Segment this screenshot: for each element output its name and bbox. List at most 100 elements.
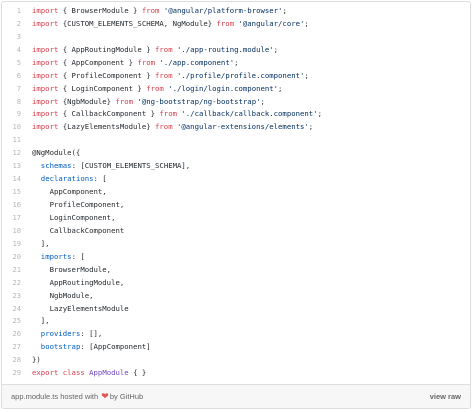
- code-token: ;: [304, 70, 309, 80]
- code-token: {LazyElementsModule}: [58, 122, 156, 132]
- line-number[interactable]: 5: [2, 58, 32, 67]
- code-line: 1 import { BrowserModule } from '@angular…: [2, 4, 470, 17]
- line-number[interactable]: 14: [2, 174, 32, 183]
- code-token: {CUSTOM_ELEMENTS_SCHEMA, NgModule}: [58, 18, 217, 28]
- line-number[interactable]: 1: [2, 6, 32, 15]
- code-line: 15 AppComponent,: [2, 185, 470, 198]
- code-text: ],: [32, 316, 50, 325]
- code-token: { CallbackComponent }: [58, 109, 160, 119]
- code-token: : [],: [80, 329, 103, 339]
- code-token: ;: [273, 44, 279, 54]
- code-text: AppRoutingModule,: [32, 278, 125, 287]
- code-token: '@angular-extensions/elements': [177, 122, 309, 132]
- line-number[interactable]: 11: [2, 135, 32, 144]
- code-token: '@ng-bootstrap/ng-bootstrap': [137, 96, 261, 106]
- line-number[interactable]: 3: [2, 32, 32, 41]
- line-number[interactable]: 19: [2, 239, 32, 248]
- line-number[interactable]: 16: [2, 200, 32, 209]
- code-token: ;: [317, 109, 322, 119]
- line-number[interactable]: 25: [2, 316, 32, 325]
- code-text: import { CallbackComponent } from './cal…: [32, 109, 322, 118]
- line-number[interactable]: 18: [2, 226, 32, 235]
- code-line: 14 declarations: [: [2, 172, 470, 185]
- line-number[interactable]: 22: [2, 278, 32, 287]
- line-number[interactable]: 10: [2, 122, 32, 131]
- code-text: LoginComponent,: [32, 213, 116, 222]
- code-text: LazyElementsModule: [32, 304, 129, 313]
- code-token: './app-routing.module': [177, 44, 274, 54]
- code-token: ProfileComponent,: [32, 200, 125, 210]
- line-number[interactable]: 15: [2, 187, 32, 196]
- line-number[interactable]: 13: [2, 161, 32, 170]
- code-line: 25 ],: [2, 315, 470, 328]
- code-line: 28}): [2, 353, 470, 366]
- code-token: }): [32, 355, 41, 365]
- code-token: import: [32, 70, 59, 80]
- line-number[interactable]: 12: [2, 148, 32, 157]
- code-token: NgbModule,: [32, 290, 94, 300]
- code-line: 22 AppRoutingModule,: [2, 276, 470, 289]
- line-number[interactable]: 6: [2, 71, 32, 80]
- line-number[interactable]: 21: [2, 265, 32, 274]
- by-text: by: [109, 392, 118, 401]
- line-number[interactable]: 17: [2, 213, 32, 222]
- code-text: import {CUSTOM_ELEMENTS_SCHEMA, NgModule…: [32, 19, 309, 28]
- view-raw-link[interactable]: view raw: [430, 392, 461, 401]
- line-number[interactable]: 28: [2, 355, 32, 364]
- code-token: ;: [282, 5, 287, 15]
- gist-meta: app.module.ts hosted with ❤ by GitHub: [11, 391, 143, 402]
- code-listing: 1 import { BrowserModule } from '@angular…: [2, 2, 470, 379]
- code-line: 10 import {LazyElementsModule} from '@ang…: [2, 120, 470, 133]
- code-text: import { ProfileComponent } from './prof…: [32, 71, 309, 80]
- hosted-with-text: hosted with: [60, 392, 99, 401]
- code-line: 20 imports: [: [2, 250, 470, 263]
- line-number[interactable]: 9: [2, 109, 32, 118]
- code-line: 26 providers: [],: [2, 327, 470, 340]
- code-token: {NgbModule}: [58, 96, 116, 106]
- code-text: providers: [],: [32, 329, 103, 339]
- code-token: './login/login.component': [168, 83, 279, 93]
- code-token: AppModule: [89, 368, 129, 378]
- code-token: ],: [32, 238, 50, 248]
- line-number[interactable]: 23: [2, 291, 32, 300]
- line-number[interactable]: 29: [2, 368, 32, 377]
- code-line: 29 export class AppModule { }: [2, 366, 470, 379]
- code-token: from: [146, 83, 164, 93]
- code-token: ;: [260, 96, 265, 106]
- line-number[interactable]: 4: [2, 45, 32, 54]
- code-token: ],: [32, 316, 50, 326]
- code-token: { AppRoutingModule }: [58, 44, 156, 54]
- line-number[interactable]: 2: [2, 19, 32, 28]
- file-name-link[interactable]: app.module.ts: [11, 392, 58, 401]
- github-link[interactable]: GitHub: [120, 392, 143, 401]
- code-line: 21 BrowserModule,: [2, 263, 470, 276]
- line-number[interactable]: 27: [2, 342, 32, 351]
- line-number[interactable]: 20: [2, 252, 32, 261]
- code-text: AppComponent,: [32, 187, 107, 196]
- code-text: @NgModule({: [32, 148, 80, 157]
- code-text: }): [32, 355, 41, 364]
- code-token: from: [159, 109, 177, 119]
- code-token: from: [155, 44, 173, 54]
- line-number[interactable]: 8: [2, 97, 32, 106]
- code-text: export class AppModule { }: [32, 368, 146, 377]
- code-token: ;: [304, 18, 309, 28]
- code-text: BrowserModule,: [32, 265, 112, 274]
- code-text: schemas: [CUSTOM_ELEMENTS_SCHEMA],: [32, 161, 190, 170]
- code-text: import {LazyElementsModule} from '@angul…: [32, 122, 313, 131]
- code-line: 16 ProfileComponent,: [2, 198, 470, 211]
- code-line: 24 LazyElementsModule: [2, 302, 470, 315]
- code-token: import: [32, 83, 59, 93]
- code-line: 2 import {CUSTOM_ELEMENTS_SCHEMA, NgModul…: [2, 17, 470, 30]
- line-number[interactable]: 24: [2, 304, 32, 313]
- line-number[interactable]: 7: [2, 84, 32, 93]
- code-token: from: [115, 96, 134, 106]
- code-token: { ProfileComponent }: [58, 70, 156, 80]
- gist-embed: 1 import { BrowserModule } from '@angular…: [1, 1, 471, 409]
- code-line: 4 import { AppRoutingModule } from './app…: [2, 43, 470, 56]
- line-number[interactable]: 26: [2, 329, 32, 338]
- code-token: ;: [278, 83, 283, 93]
